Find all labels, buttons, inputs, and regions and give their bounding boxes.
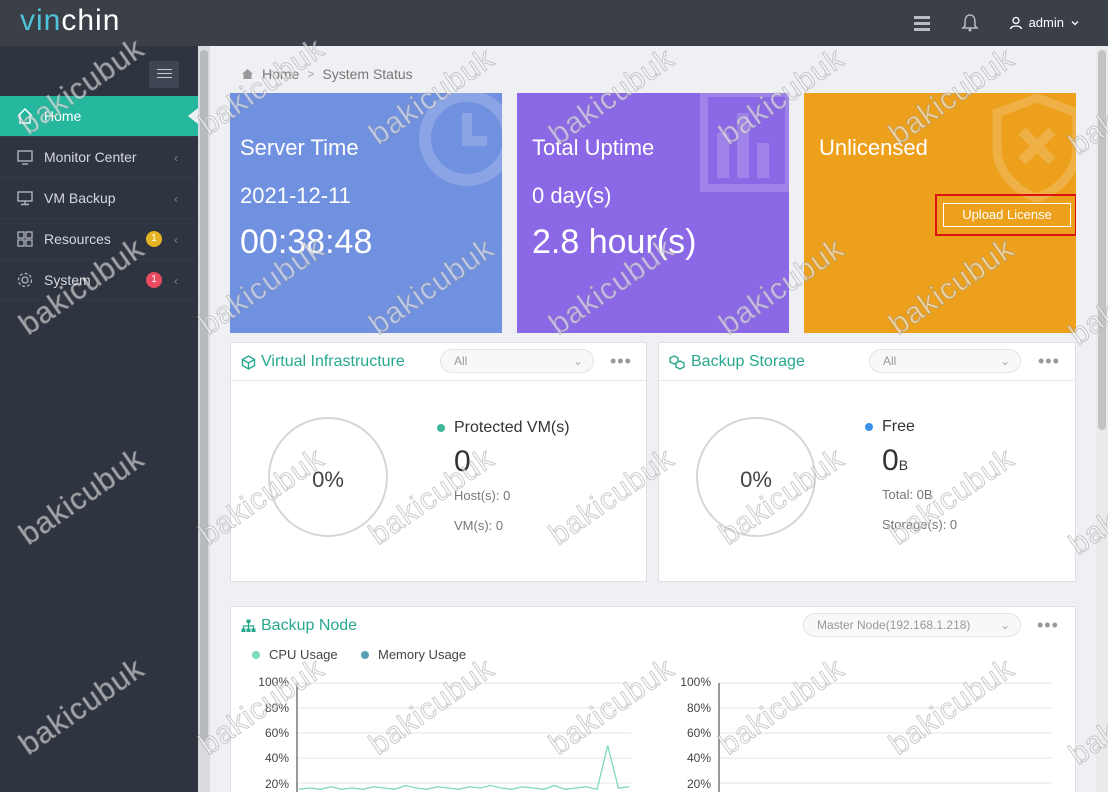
sidebar-item-label: Monitor Center	[44, 149, 137, 165]
chevron-left-icon: ‹	[174, 274, 178, 288]
sidebar-item-label: System	[44, 272, 91, 288]
breadcrumb-home[interactable]: Home	[262, 66, 299, 82]
sidebar: Home Monitor Center ‹ VM Backup ‹ Resour…	[0, 46, 198, 792]
uptime-days: 0 day(s)	[532, 183, 612, 208]
sidebar-item-home[interactable]: Home	[0, 96, 198, 137]
bs-filter-select[interactable]: All ⌄	[869, 349, 1021, 373]
gear-icon	[17, 272, 33, 288]
grid-icon	[17, 231, 33, 247]
sidebar-item-monitor-center[interactable]: Monitor Center ‹	[0, 137, 198, 178]
donut-percent: 0%	[740, 467, 772, 492]
server-time: 00:38:48	[240, 223, 373, 261]
monitor-icon	[17, 150, 33, 165]
desktop-icon	[17, 191, 33, 206]
donut-percent: 0%	[312, 467, 344, 492]
chevron-left-icon: ‹	[174, 151, 178, 165]
breadcrumb-current: System Status	[322, 66, 413, 82]
backup-node-panel: Backup Node Master Node(192.168.1.218) ⌄ …	[230, 606, 1076, 792]
host-count: Host(s): 0	[454, 488, 511, 503]
chevron-left-icon: ‹	[174, 233, 178, 247]
virtual-infrastructure-panel: Virtual Infrastructure All ⌄ ••• 0% Prote…	[230, 342, 647, 582]
storage-count: Storage(s): 0	[882, 517, 958, 532]
protected-vm-count: 0	[454, 445, 471, 478]
bar-chart-icon	[700, 93, 789, 192]
panel-header: Virtual Infrastructure All ⌄ •••	[231, 343, 646, 381]
user-icon	[1009, 16, 1022, 29]
free-space: 0B	[882, 444, 909, 477]
content-scrollbar-left[interactable]	[198, 46, 210, 792]
panel-header: Backup Storage All ⌄ •••	[659, 343, 1075, 381]
page-scrollbar[interactable]	[1096, 46, 1108, 792]
card-title: Total Uptime	[532, 135, 655, 160]
chevron-down-icon: ⌄	[572, 354, 583, 368]
legend-free: Free	[865, 418, 915, 436]
clock-icon	[419, 93, 502, 186]
breadcrumb: Home > System Status	[241, 66, 413, 82]
sidebar-item-label: Resources	[44, 231, 111, 247]
vi-filter-select[interactable]: All ⌄	[440, 349, 594, 373]
card-title: Server Time	[240, 135, 359, 160]
uptime-card: Total Uptime 0 day(s) 2.8 hour(s)	[517, 93, 789, 333]
sidebar-item-system[interactable]: System 1 ‹	[0, 260, 198, 301]
storage-donut: 0%	[696, 417, 816, 537]
node-usage-chart	[296, 682, 1051, 792]
bell-icon[interactable]	[960, 13, 980, 33]
panel-title: Backup Storage	[669, 353, 805, 371]
shield-x-icon	[992, 93, 1076, 203]
uptime-hours: 2.8 hour(s)	[532, 223, 697, 261]
total-space: Total: 0B	[882, 487, 933, 502]
legend-protected-vms: Protected VM(s)	[437, 419, 570, 437]
username: admin	[1028, 15, 1064, 30]
home-icon	[242, 69, 253, 79]
top-bar: vinchin admin	[0, 0, 1108, 46]
sidebar-item-label: VM Backup	[44, 190, 116, 206]
more-options-icon[interactable]: •••	[1038, 351, 1060, 372]
sidebar-toggle-button[interactable]	[149, 61, 179, 88]
task-list-icon[interactable]	[912, 13, 932, 33]
upload-license-highlight: Upload License	[935, 194, 1076, 236]
server-time-card: Server Time 2021-12-11 00:38:48	[230, 93, 502, 333]
sidebar-nav: Home Monitor Center ‹ VM Backup ‹ Resour…	[0, 96, 198, 301]
server-date: 2021-12-11	[240, 183, 351, 208]
chevron-down-icon	[1071, 20, 1079, 25]
chevron-down-icon: ⌄	[999, 354, 1010, 368]
sidebar-item-resources[interactable]: Resources 1 ‹	[0, 219, 198, 260]
vinchin-logo[interactable]: vinchin	[20, 4, 120, 38]
backup-storage-panel: Backup Storage All ⌄ ••• 0% Free 0B Total…	[658, 342, 1076, 582]
sidebar-item-label: Home	[44, 108, 82, 124]
storage-cubes-icon	[669, 354, 685, 370]
upload-license-button[interactable]: Upload License	[943, 203, 1071, 227]
card-title: Unlicensed	[819, 135, 928, 160]
cube-icon	[241, 354, 256, 370]
license-card: Unlicensed Upload License	[804, 93, 1076, 333]
vm-count: VM(s): 0	[454, 518, 504, 533]
system-badge: 1	[146, 272, 162, 288]
more-options-icon[interactable]: •••	[610, 351, 632, 372]
breadcrumb-separator: >	[307, 67, 315, 81]
home-icon	[17, 107, 33, 124]
chevron-left-icon: ‹	[174, 192, 178, 206]
sidebar-item-vm-backup[interactable]: VM Backup ‹	[0, 178, 198, 219]
panel-title: Virtual Infrastructure	[241, 353, 405, 371]
resources-badge: 1	[146, 231, 162, 247]
protected-vm-donut: 0%	[268, 417, 388, 537]
user-menu[interactable]: admin	[1009, 15, 1080, 30]
